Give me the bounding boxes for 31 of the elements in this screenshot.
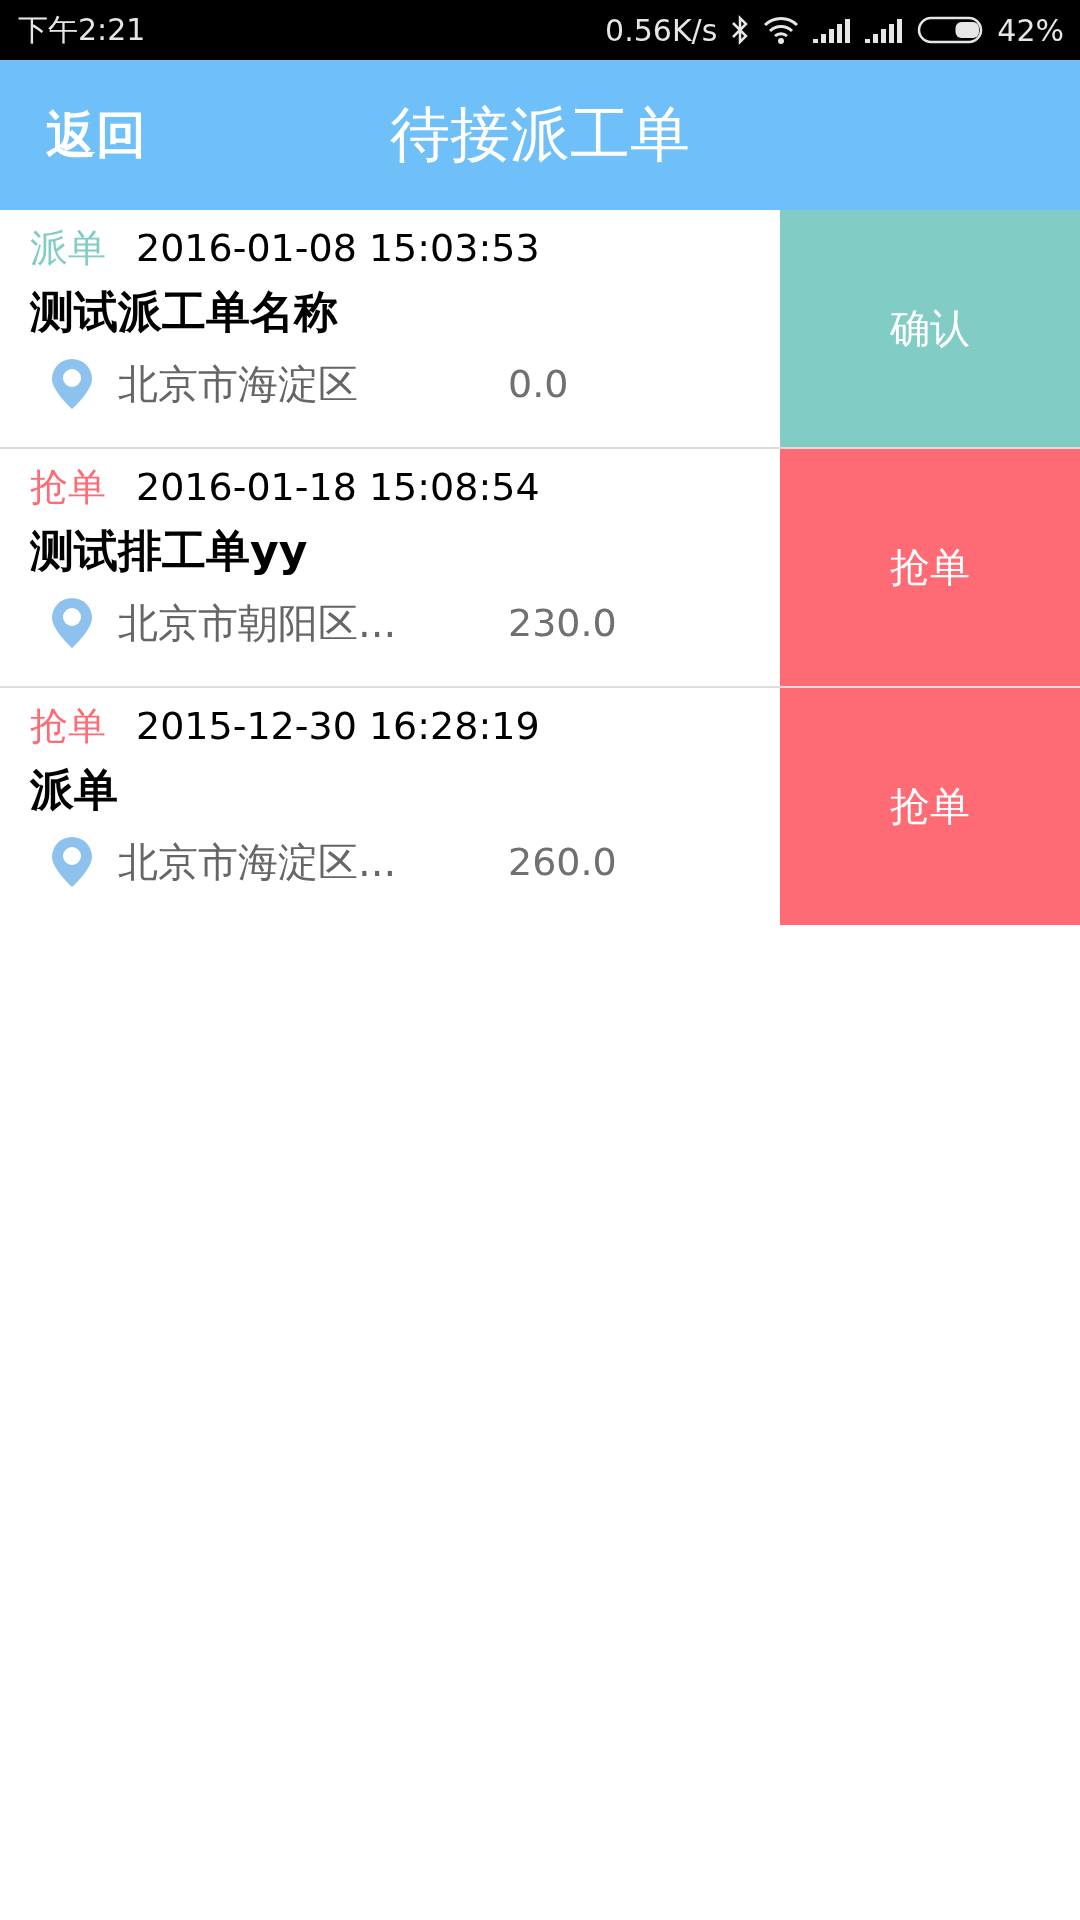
battery-percent: 42% xyxy=(997,12,1064,48)
page-title: 待接派工单 xyxy=(390,97,690,171)
order-address: 北京市海淀区 xyxy=(118,359,359,409)
order-action-button[interactable]: 确认 xyxy=(780,210,1080,447)
network-speed: 0.56K/s xyxy=(605,12,718,48)
order-time: 2016-01-18 15:08:54 xyxy=(136,465,540,509)
wifi-icon xyxy=(763,16,800,44)
order-amount: 230.0 xyxy=(508,601,617,645)
location-pin-icon xyxy=(50,357,94,411)
order-time: 2016-01-08 15:03:53 xyxy=(136,226,540,270)
order-action-button[interactable]: 抢单 xyxy=(780,688,1080,925)
bluetooth-icon xyxy=(731,15,750,45)
order-amount: 260.0 xyxy=(508,840,617,884)
order-type-label: 抢单 xyxy=(30,463,106,511)
order-name: 测试排工单yy xyxy=(30,523,308,578)
order-name: 派单 xyxy=(30,762,118,817)
signal-icon xyxy=(865,17,904,43)
signal-icon xyxy=(813,17,852,43)
location-pin-icon xyxy=(50,835,94,889)
battery-icon xyxy=(917,16,984,44)
order-time: 2015-12-30 16:28:19 xyxy=(136,704,540,748)
order-type-label: 抢单 xyxy=(30,702,106,750)
order-action-button[interactable]: 抢单 xyxy=(780,449,1080,686)
location-pin-icon xyxy=(50,596,94,650)
order-name: 测试派工单名称 xyxy=(30,284,338,339)
order-address: 北京市海淀区... xyxy=(118,837,398,887)
order-address: 北京市朝阳区... xyxy=(118,598,398,648)
clock: 下午2:21 xyxy=(18,10,146,49)
order-amount: 0.0 xyxy=(508,362,569,406)
back-button[interactable]: 返回 xyxy=(46,101,146,169)
order-type-label: 派单 xyxy=(30,224,106,272)
